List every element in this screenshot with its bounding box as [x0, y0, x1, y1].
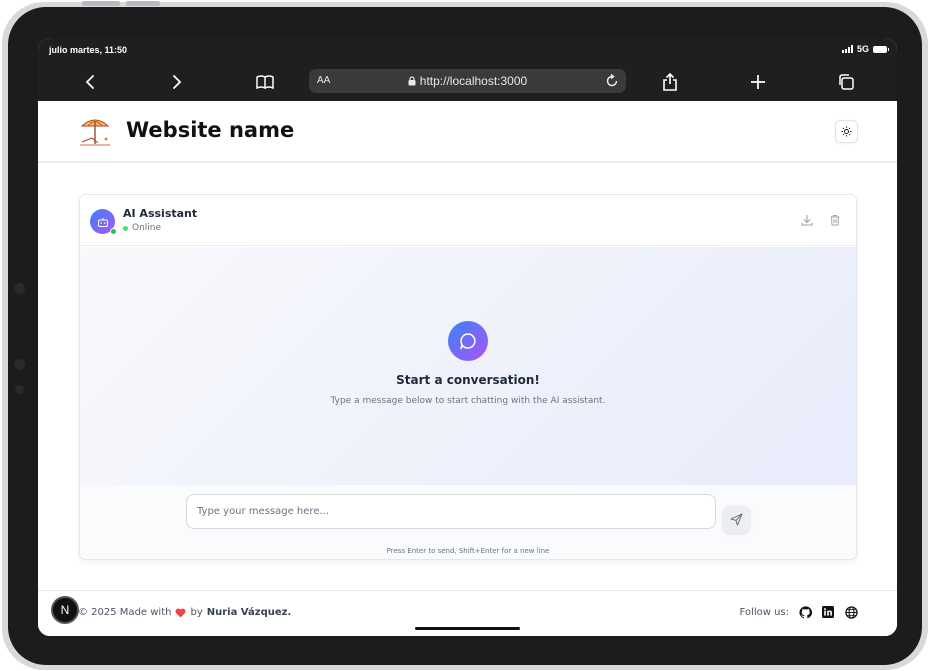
message-input[interactable]: [186, 494, 716, 529]
download-button[interactable]: [799, 212, 815, 228]
author-link[interactable]: Nuria Vázquez.: [207, 607, 292, 618]
chevron-right-icon[interactable]: [165, 70, 189, 94]
status-time: julio martes, 11:50: [49, 45, 128, 55]
linkedin-icon[interactable]: [821, 605, 835, 619]
send-button[interactable]: [723, 506, 750, 533]
network-label: 5G: [856, 44, 869, 54]
plus-icon[interactable]: [746, 70, 770, 94]
url-display[interactable]: http://localhost:3000: [309, 74, 626, 88]
web-page: Website name AI Assistant Online Start a…: [38, 101, 897, 636]
tabs-icon[interactable]: [834, 70, 858, 94]
url-text: http://localhost:3000: [419, 74, 528, 88]
reload-icon[interactable]: [602, 71, 622, 91]
footer-credits: © 2025 Made with by Nuria Vázquez.: [78, 607, 291, 618]
signal-icon: [841, 45, 853, 53]
camera-dot: [14, 283, 25, 294]
composer: Press Enter to send, Shift+Enter for a n…: [80, 485, 856, 559]
theme-toggle-button[interactable]: [835, 120, 858, 143]
messages-area: Start a conversation! Type a message bel…: [80, 247, 856, 485]
empty-state-subtitle: Type a message below to start chatting w…: [330, 396, 606, 406]
share-icon[interactable]: [658, 70, 682, 94]
lock-icon: [408, 76, 416, 86]
screen: julio martes, 11:50 5G AA http://localho…: [38, 38, 897, 636]
trash-icon: [830, 215, 840, 226]
site-title[interactable]: Website name: [126, 118, 294, 142]
online-indicator: [110, 228, 117, 235]
volume-button: [82, 1, 120, 6]
follow-label: Follow us:: [739, 606, 789, 618]
empty-state-title: Start a conversation!: [396, 373, 540, 387]
by-text: by: [190, 607, 203, 618]
book-icon[interactable]: [253, 70, 277, 94]
download-icon: [801, 215, 813, 226]
ipad-frame: julio martes, 11:50 5G AA http://localho…: [2, 1, 928, 670]
chat-header: AI Assistant Online: [80, 195, 856, 246]
heart-icon: [176, 608, 186, 618]
chat-bubble-icon: [448, 321, 488, 361]
site-header: Website name: [38, 101, 897, 163]
nextjs-badge[interactable]: N: [51, 596, 79, 624]
beach-umbrella-logo[interactable]: [78, 114, 112, 148]
home-indicator: [415, 627, 520, 630]
chat-panel: AI Assistant Online Start a conversation…: [79, 194, 857, 560]
github-icon[interactable]: [798, 605, 812, 619]
assistant-name: AI Assistant: [123, 207, 198, 220]
status-bar: julio martes, 11:50 5G: [38, 38, 897, 62]
social-links: Follow us:: [740, 605, 858, 619]
input-hint: Press Enter to send, Shift+Enter for a n…: [386, 547, 550, 555]
bot-icon: [97, 217, 108, 227]
browser-toolbar: AA http://localhost:3000: [38, 62, 897, 101]
copyright-text: © 2025 Made with: [78, 607, 172, 618]
globe-icon[interactable]: [844, 605, 858, 619]
address-bar[interactable]: AA http://localhost:3000: [309, 69, 626, 93]
send-icon: [730, 513, 743, 526]
status-badge: Online: [123, 223, 161, 233]
sun-icon: [841, 126, 852, 137]
status-indicators: 5G: [841, 44, 889, 54]
clear-chat-button[interactable]: [827, 212, 843, 228]
sensor-dot: [15, 385, 24, 394]
power-button: [126, 1, 160, 6]
sensor-dot: [14, 359, 25, 370]
status-dot: [123, 225, 128, 231]
battery-icon: [873, 45, 889, 53]
chevron-left-icon[interactable]: [78, 70, 102, 94]
status-text: Online: [132, 223, 162, 233]
